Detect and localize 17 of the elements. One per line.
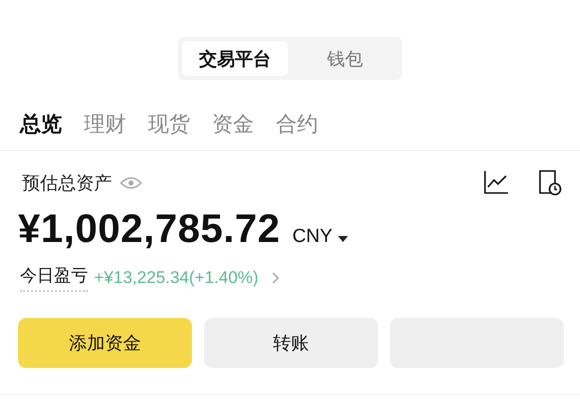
action-button[interactable]: 转账 xyxy=(204,318,378,368)
daily-pnl-value: +¥13,225.34(+1.40%) xyxy=(94,268,258,288)
currency-selector[interactable]: CNY xyxy=(292,226,332,248)
tab[interactable]: 资金 xyxy=(212,104,254,144)
line-chart-icon[interactable] xyxy=(484,170,508,194)
tab[interactable]: 合约 xyxy=(276,104,318,144)
segment-tab[interactable]: 钱包 xyxy=(292,41,398,76)
daily-pnl-label: 今日盈亏 xyxy=(20,264,88,292)
tab[interactable]: 现货 xyxy=(148,104,190,144)
segment-tab[interactable]: 交易平台 xyxy=(182,41,288,76)
total-amount: ¥1,002,785.72 xyxy=(18,207,280,252)
tab[interactable]: 理财 xyxy=(84,104,126,144)
document-clock-icon[interactable] xyxy=(538,170,562,196)
tab[interactable]: 总览 xyxy=(20,104,62,144)
caret-icon[interactable] xyxy=(338,236,348,242)
total-assets-label: 预估总资产 xyxy=(22,172,112,195)
add-funds-button[interactable]: 添加资金 xyxy=(18,318,192,368)
